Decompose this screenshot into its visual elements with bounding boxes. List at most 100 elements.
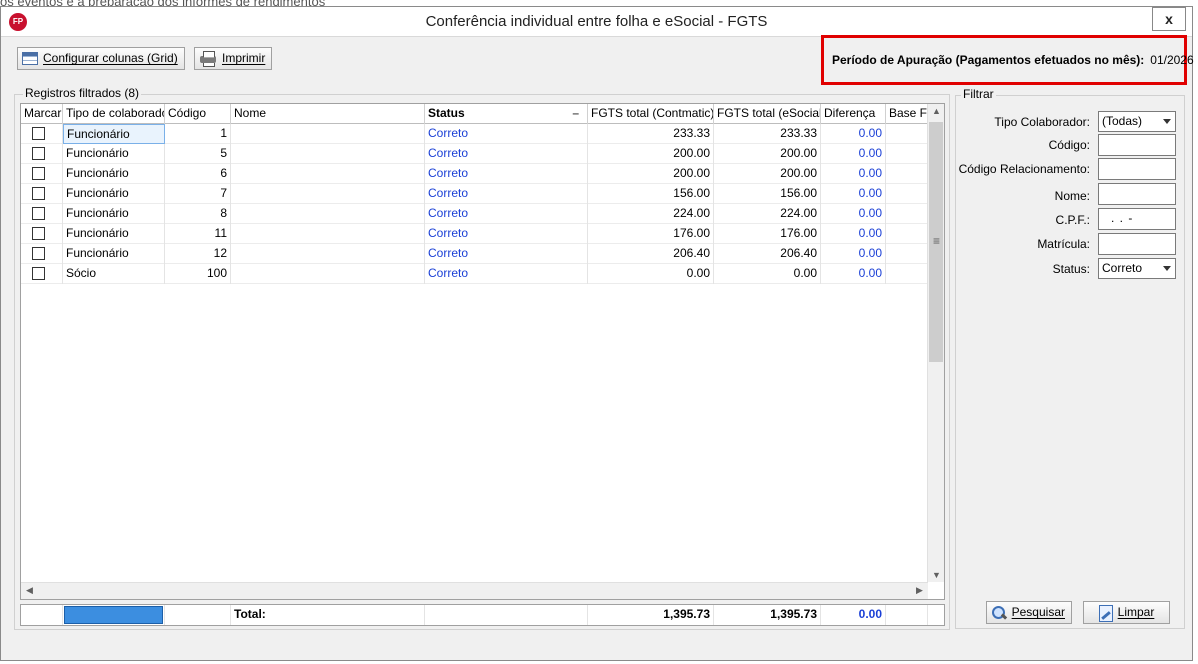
col-contmatic[interactable]: FGTS total (Contmatic) (588, 104, 714, 124)
col-nome[interactable]: Nome (231, 104, 425, 124)
row-fgts-esocial[interactable]: 156.00 (714, 184, 821, 204)
row-fgts-esocial[interactable]: 200.00 (714, 164, 821, 184)
row-fgts-contmatic[interactable]: 206.40 (588, 244, 714, 264)
row-base-fgts[interactable] (886, 124, 928, 144)
vertical-scrollbar[interactable]: ▲ ≡ ▼ (927, 104, 944, 582)
row-base-fgts[interactable] (886, 144, 928, 164)
row-codigo[interactable]: 8 (165, 204, 231, 224)
row-status[interactable]: Correto (425, 144, 588, 164)
row-checkbox[interactable] (32, 167, 45, 180)
row-marcar-cell[interactable] (21, 144, 63, 164)
row-fgts-contmatic[interactable]: 176.00 (588, 224, 714, 244)
row-checkbox[interactable] (32, 187, 45, 200)
row-tipo[interactable]: Funcionário (63, 144, 165, 164)
row-checkbox[interactable] (32, 147, 45, 160)
row-codigo[interactable]: 7 (165, 184, 231, 204)
print-button[interactable]: Imprimir (194, 47, 273, 70)
clear-button[interactable]: Limpar (1083, 601, 1170, 624)
nome-input[interactable] (1098, 183, 1176, 205)
row-diferenca[interactable]: 0.00 (821, 264, 886, 284)
row-diferenca[interactable]: 0.00 (821, 144, 886, 164)
row-checkbox[interactable] (32, 227, 45, 240)
table-row[interactable]: Funcionário 1 Correto 233.33 233.33 0.00 (21, 124, 928, 144)
row-fgts-esocial[interactable]: 200.00 (714, 144, 821, 164)
scroll-left-icon[interactable]: ◀ (21, 585, 38, 596)
row-tipo[interactable]: Funcionário (63, 204, 165, 224)
row-nome[interactable] (231, 184, 425, 204)
row-fgts-esocial[interactable]: 206.40 (714, 244, 821, 264)
col-tipo[interactable]: Tipo de colaborador (63, 104, 165, 124)
row-marcar-cell[interactable] (21, 204, 63, 224)
row-nome[interactable] (231, 224, 425, 244)
row-checkbox[interactable] (32, 207, 45, 220)
col-diferenca[interactable]: Diferença (821, 104, 886, 124)
cpf-input[interactable]: . . - (1098, 208, 1176, 230)
row-tipo[interactable]: Funcionário (63, 164, 165, 184)
row-diferenca[interactable]: 0.00 (821, 184, 886, 204)
row-fgts-contmatic[interactable]: 156.00 (588, 184, 714, 204)
row-fgts-esocial[interactable]: 233.33 (714, 124, 821, 144)
row-base-fgts[interactable] (886, 244, 928, 264)
col-codigo[interactable]: Código (165, 104, 231, 124)
row-nome[interactable] (231, 264, 425, 284)
row-nome[interactable] (231, 164, 425, 184)
row-status[interactable]: Correto (425, 124, 588, 144)
row-fgts-esocial[interactable]: 224.00 (714, 204, 821, 224)
col-esocial[interactable]: FGTS total (eSocial) (714, 104, 821, 124)
records-grid[interactable]: Marcar Tipo de colaborador Código Nome S… (20, 103, 945, 600)
horizontal-scrollbar[interactable]: ◀ ▶ (21, 582, 928, 599)
col-base-fgts[interactable]: Base FGTS (886, 104, 928, 124)
table-row[interactable]: Funcionário 11 Correto 176.00 176.00 0.00 (21, 224, 928, 244)
codigo-input[interactable] (1098, 134, 1176, 156)
row-diferenca[interactable]: 0.00 (821, 124, 886, 144)
row-base-fgts[interactable] (886, 224, 928, 244)
row-base-fgts[interactable] (886, 204, 928, 224)
row-nome[interactable] (231, 244, 425, 264)
row-marcar-cell[interactable] (21, 164, 63, 184)
col-marcar[interactable]: Marcar (21, 104, 63, 124)
row-diferenca[interactable]: 0.00 (821, 204, 886, 224)
row-base-fgts[interactable] (886, 264, 928, 284)
row-codigo[interactable]: 100 (165, 264, 231, 284)
row-codigo[interactable]: 1 (165, 124, 231, 144)
column-filter-icon[interactable]: – (572, 104, 579, 123)
row-tipo[interactable]: Sócio (63, 264, 165, 284)
row-nome[interactable] (231, 124, 425, 144)
row-nome[interactable] (231, 204, 425, 224)
matricula-input[interactable] (1098, 233, 1176, 255)
scroll-down-icon[interactable]: ▼ (928, 570, 944, 580)
row-marcar-cell[interactable] (21, 224, 63, 244)
col-status[interactable]: Status – (425, 104, 588, 124)
row-status[interactable]: Correto (425, 264, 588, 284)
row-status[interactable]: Correto (425, 224, 588, 244)
table-row[interactable]: Funcionário 6 Correto 200.00 200.00 0.00 (21, 164, 928, 184)
table-row[interactable]: Funcionário 12 Correto 206.40 206.40 0.00 (21, 244, 928, 264)
row-fgts-contmatic[interactable]: 200.00 (588, 144, 714, 164)
table-row[interactable]: Sócio 100 Correto 0.00 0.00 0.00 (21, 264, 928, 284)
row-diferenca[interactable]: 0.00 (821, 224, 886, 244)
row-marcar-cell[interactable] (21, 124, 63, 144)
row-fgts-esocial[interactable]: 176.00 (714, 224, 821, 244)
row-fgts-contmatic[interactable]: 224.00 (588, 204, 714, 224)
row-status[interactable]: Correto (425, 244, 588, 264)
row-fgts-contmatic[interactable]: 200.00 (588, 164, 714, 184)
configure-columns-button[interactable]: Configurar colunas (Grid) (17, 47, 185, 70)
table-row[interactable]: Funcionário 8 Correto 224.00 224.00 0.00 (21, 204, 928, 224)
row-checkbox[interactable] (32, 127, 45, 140)
row-tipo[interactable]: Funcionário (63, 184, 165, 204)
row-tipo[interactable]: Funcionário (63, 244, 165, 264)
row-tipo[interactable]: Funcionário (63, 124, 165, 144)
row-status[interactable]: Correto (425, 164, 588, 184)
row-fgts-esocial[interactable]: 0.00 (714, 264, 821, 284)
scroll-up-icon[interactable]: ▲ (928, 106, 944, 116)
table-row[interactable]: Funcionário 7 Correto 156.00 156.00 0.00 (21, 184, 928, 204)
row-base-fgts[interactable] (886, 164, 928, 184)
row-marcar-cell[interactable] (21, 184, 63, 204)
row-checkbox[interactable] (32, 247, 45, 260)
row-status[interactable]: Correto (425, 204, 588, 224)
row-codigo[interactable]: 6 (165, 164, 231, 184)
scroll-right-icon[interactable]: ▶ (911, 585, 928, 596)
table-row[interactable]: Funcionário 5 Correto 200.00 200.00 0.00 (21, 144, 928, 164)
close-button[interactable]: x (1152, 7, 1186, 31)
row-fgts-contmatic[interactable]: 0.00 (588, 264, 714, 284)
